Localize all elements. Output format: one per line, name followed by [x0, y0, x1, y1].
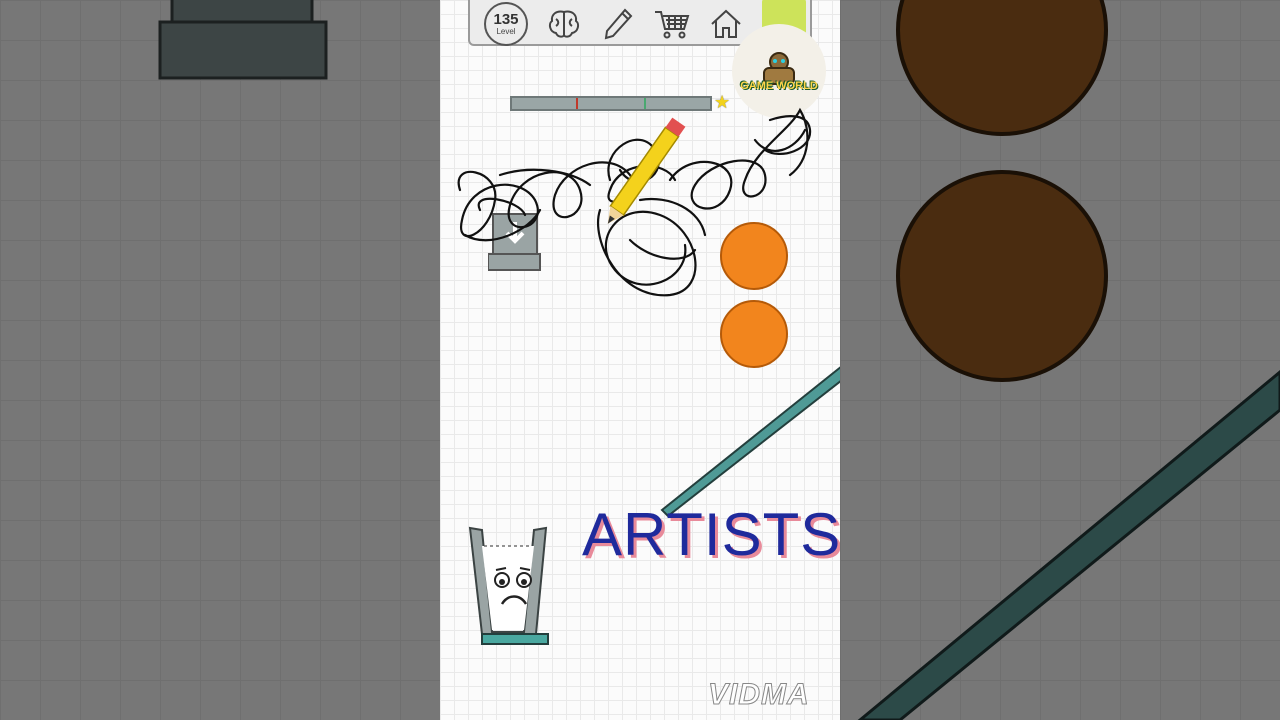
backdrop-right-shapes	[857, 0, 1280, 720]
caption-text: ARTISTS	[582, 501, 840, 568]
watermark: VIDMA	[708, 678, 810, 712]
orange-ball	[720, 300, 788, 368]
playfield[interactable]: 135 Level GAME WORLD ★ ARTISTS VIDMA	[440, 0, 840, 720]
water-glass	[468, 526, 549, 645]
game-scene	[457, 107, 840, 645]
backdrop-left	[0, 0, 440, 720]
orange-ball	[720, 222, 788, 290]
backdrop-right	[840, 0, 1280, 720]
game-screen: 135 Level GAME WORLD ★ ARTISTS VIDMA	[0, 0, 1280, 720]
ramp-line	[660, 366, 840, 518]
backdrop-left-shapes	[158, 0, 328, 80]
